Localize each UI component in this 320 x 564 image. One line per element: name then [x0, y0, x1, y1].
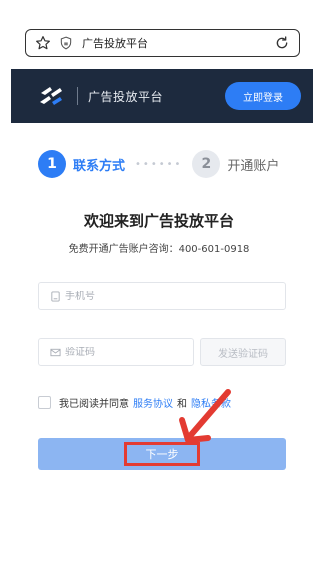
send-code-button[interactable]: 发送验证码 [200, 338, 286, 366]
code-field[interactable] [38, 338, 194, 366]
agree-checkbox[interactable] [38, 395, 51, 409]
agreement-row: 我已阅读并同意 服务协议 和 隐私条款 [38, 394, 235, 410]
welcome-heading: 欢迎来到广告投放平台 [83, 212, 234, 230]
hotline-text: 免费开通广告账户咨询：400-601-0918 [68, 244, 250, 255]
site-header: 广告投放平台 立即登录 [11, 69, 313, 123]
phone-icon [49, 290, 61, 302]
header-divider [77, 87, 78, 105]
and-text: 和 [177, 398, 187, 410]
site-title: 广告投放平台 [88, 89, 164, 104]
step-2-number: 2 [192, 150, 221, 178]
code-input[interactable] [65, 346, 193, 358]
phone-field[interactable] [38, 282, 286, 310]
star-icon[interactable] [34, 34, 52, 52]
browser-url-bar[interactable]: 广告投放平台 [25, 29, 300, 57]
brand-logo-icon[interactable] [37, 84, 65, 108]
privacy-terms-link[interactable]: 隐私条款 [191, 395, 231, 410]
step-1-label: 联系方式 [73, 158, 126, 174]
agree-prefix: 我已阅读并同意 [59, 398, 129, 410]
service-agreement-link[interactable]: 服务协议 [133, 395, 173, 410]
shield-icon [58, 35, 74, 51]
next-step-button[interactable]: 下一步 [38, 438, 286, 470]
url-text[interactable]: 广告投放平台 [82, 35, 273, 51]
step-2-label: 开通账户 [227, 158, 280, 174]
mail-icon [49, 346, 61, 358]
reload-icon[interactable] [273, 34, 291, 52]
step-1-number: 1 [38, 150, 66, 178]
progress-steps: 1 联系方式 •••••• 2 开通账户 [38, 149, 298, 179]
step-connector-dots: •••••• [135, 158, 183, 170]
phone-input[interactable] [65, 290, 285, 302]
login-button[interactable]: 立即登录 [225, 82, 301, 110]
